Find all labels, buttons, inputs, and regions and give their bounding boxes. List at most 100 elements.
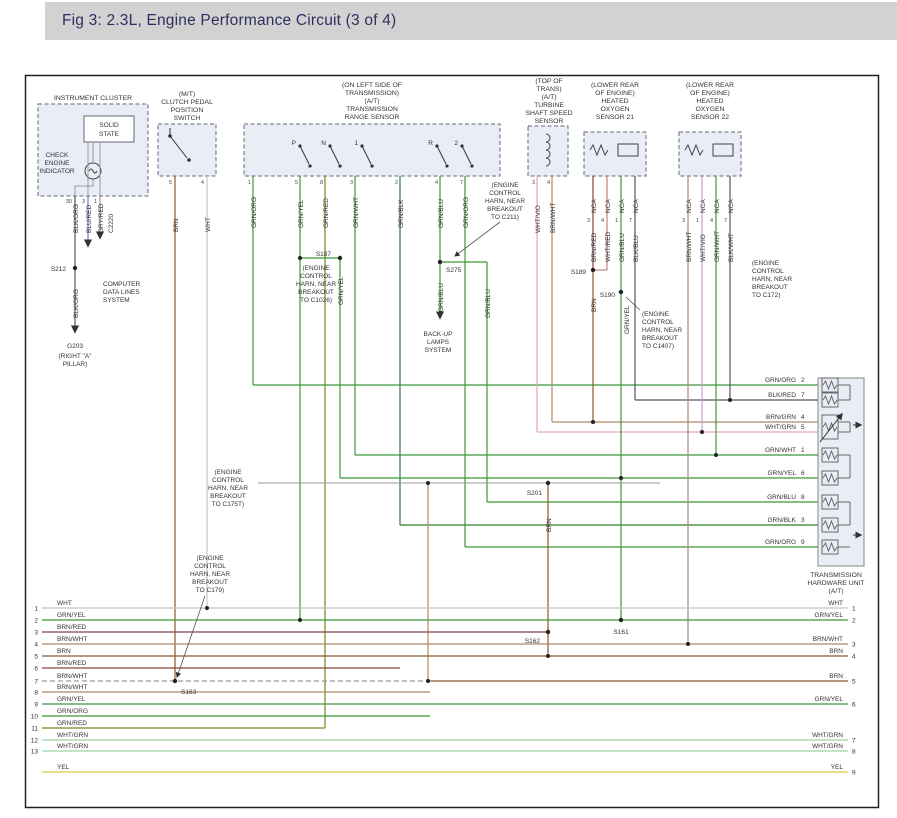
tcu-pin: 4 [801,414,805,421]
splice-label: S201 [527,490,543,497]
splice-S187 [338,256,342,260]
component-title: (TOP OF [535,78,562,85]
row-number: 4 [852,654,856,661]
note-line: BREAKOUT [752,284,788,291]
row-number: 9 [852,770,856,777]
component-title: HEATED [601,98,628,105]
splice-label: S162 [525,638,541,645]
clutch-switch-box [158,124,216,176]
row-number: 1 [852,606,856,613]
row-label: YEL [57,764,70,771]
note-line: CONTROL [194,563,226,570]
wire-label: GRN/RED [323,198,330,228]
row-number: 11 [31,726,38,733]
component-title: OXYGEN [600,106,629,113]
note-line: HARN, NEAR [642,327,682,334]
tcu-pin: 9 [801,539,805,546]
row-number: 5 [34,654,38,661]
row-label: GRN/YEL [814,696,843,703]
pin-number: 3 [350,180,353,186]
row-label: WHT [57,600,72,607]
note-line: DATA LINES [103,289,140,296]
component-title: HEATED [696,98,723,105]
note-line: HARN, NEAR [485,198,525,205]
pin-number: 7 [460,180,463,186]
splice-label: S189 [571,269,587,276]
wire-label: NCA [728,199,735,213]
component-title: (M/T) [179,91,195,98]
pin-number: 4 [435,180,438,186]
component-title: (ON LEFT SIDE OF [342,82,402,89]
tcu-pin: 7 [801,392,805,399]
row-label: WHT/GRN [57,743,88,750]
component-title: RANGE SENSOR [345,114,400,121]
row-label: BRN/WHT [57,684,87,691]
wire-label: GRY/RED [98,203,105,233]
component-title: SHAFT SPEED [525,110,572,117]
wire-label: GRN/YEL [338,276,345,305]
splice-label: S275 [446,267,462,274]
wire-label: GRN/BLU [438,199,445,228]
row-number: 7 [34,679,38,686]
note-line: CONTROL [300,273,332,280]
row-label: WHT/GRN [57,732,88,739]
splice-label: S187 [316,251,332,258]
wire-label: BRN/RED [591,232,598,262]
gear-position: N [321,140,326,147]
wire-label: GRN/BLU [619,233,626,262]
pin-number: 30 [66,199,72,205]
row-label: WHT/GRN [812,732,843,739]
pin-number: 7 [724,218,727,224]
note-line: (ENGINE [642,311,670,318]
pin-number: 4 [710,218,713,224]
row-label: BRN [829,648,843,655]
pin-number: 1 [248,180,251,186]
ground-label: G203 [67,343,83,350]
gear-position: 1 [354,140,358,147]
diagram-border [26,76,879,808]
wire-label: GRN/WHT [714,231,721,262]
wire-label: NCA [591,199,598,213]
note-line: CONTROL [489,190,521,197]
tcu-pin: 3 [801,517,805,524]
row-number: 8 [852,749,856,756]
tcu-row-label: GRN/YEL [767,470,796,477]
wire-label: BLK/BLU [633,235,640,262]
indicator-label: INDICATOR [39,168,74,175]
component-title: TRANSMISSION) [345,90,399,97]
row-label: GRN/RED [57,720,87,727]
pin-number: 3 [82,199,85,205]
component-title: (A/T) [364,98,379,105]
range-sensor-box [244,124,500,176]
pin-number: 2 [395,180,398,186]
splice-S275 [438,260,442,264]
splice-label: S163 [181,689,197,696]
tcu-box [818,378,864,566]
note-line: SYSTEM [103,297,130,304]
pin-number: 3 [532,180,535,186]
component-title: SENSOR [535,118,564,125]
note-line: CONTROL [642,319,674,326]
component-title: (LOWER REAR [591,82,639,89]
solid-state-box [84,116,134,142]
note-line: HARN, NEAR [190,571,230,578]
row-number: 2 [852,618,856,625]
component-title: OF ENGINE) [595,90,635,97]
o2-sensor22-box [679,132,741,176]
o2-sensor21-box [584,132,646,176]
wire-label: GRN/YEL [298,199,305,228]
gear-position: R [428,140,433,147]
row-label: WHT/GRN [812,743,843,750]
wire-label: GRN/ORG [463,197,470,228]
gear-position: 2 [454,140,458,147]
pin-number: 4 [547,180,550,186]
wire-label: WHT/VIO [700,234,707,262]
tcu-row-label: BLK/RED [768,392,796,399]
component-title: INSTRUMENT CLUSTER [54,95,132,102]
note-line: LAMPS [427,339,450,346]
row-number: 6 [34,666,38,673]
row-label: GRN/ORG [57,708,88,715]
wiring-diagram: INSTRUMENT CLUSTER SOLID STATE CHECK ENG… [0,0,897,818]
wire-label: BRN [173,218,180,232]
wire-label: NCA [605,199,612,213]
